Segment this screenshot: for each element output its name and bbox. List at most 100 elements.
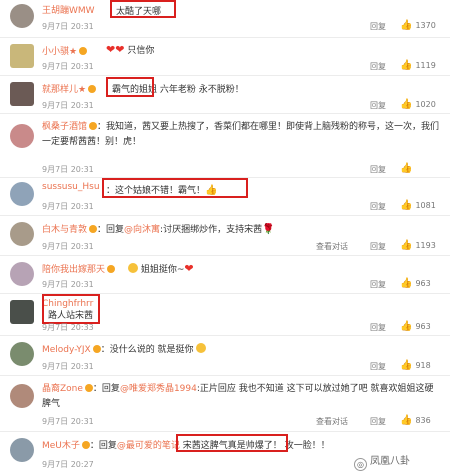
timestamp: 9月7日 20:31 [42,280,94,289]
like-button[interactable]: 👍 963 [400,278,431,289]
reply-button[interactable]: 回复 [370,241,386,252]
avatar[interactable] [10,124,34,148]
timestamp: 9月7日 20:33 [42,323,94,332]
highlight-box [176,434,288,452]
like-button[interactable]: 👍 1081 [400,200,436,211]
vip-badge-icon [79,47,88,55]
thumbs-up-icon: 👍 [400,321,413,332]
timestamp: 9月7日 20:31 [42,417,94,426]
comment-text: ❤❤ 只信你 [106,43,155,56]
highlight-box [102,178,248,198]
username[interactable]: 晶裔Zone [42,384,83,394]
emoji-icon [196,343,207,353]
like-button[interactable]: 👍 918 [400,360,431,371]
comment-text: 姐姐挺你~❤ [128,262,194,275]
comment-row: 陪你我出嫁那天 姐姐挺你~❤ 9月7日 20:31 回复 👍 963 [0,256,450,294]
view-conversation-link[interactable]: 查看对话 [316,416,348,427]
thumbs-up-icon: 👍 [400,278,413,289]
vip-badge-icon [92,345,101,353]
thumbs-up-icon: 👍 [400,60,413,71]
vip-badge-icon [81,441,90,449]
mention-link[interactable]: @唯爱郑秀晶1994 [120,384,197,394]
comment-row: 晶裔Zone ：回复@唯爱郑秀晶1994:正片回应 我也不知道 这下可以放过她了吧… [0,376,450,432]
reply-button[interactable]: 回复 [370,361,386,372]
thumbs-up-icon: 👍 [400,415,413,426]
comment-row: Melody-YJX ：没什么说的 就是挺你 9月7日 20:31 回复 👍 918 [0,336,450,376]
mention-link[interactable]: @最可爱的笔记 [117,441,180,451]
vip-badge-icon [89,225,98,233]
comment-text: 枫桑子酒馆 ：我知道，茜又要上热搜了，香菜们都在哪里！即使背上脑残粉的称号，这一次… [42,122,440,147]
heart-icon: ❤ [115,43,125,56]
like-button[interactable]: 👍 [400,163,415,174]
watermark: ◎ 凤凰八卦 [354,452,410,471]
username[interactable]: sussusu_Hsu [42,182,100,192]
comment-row: sussusu_Hsu ：这个姑娘不错！霸气！👍 9月7日 20:31 回复 👍… [0,178,450,216]
emoji-icon [128,263,138,273]
comment-row: 小小骐★ ❤❤ 只信你 9月7日 20:31 回复 👍 1119 [0,38,450,76]
heart-icon: ❤ [184,262,194,275]
timestamp: 9月7日 20:31 [42,165,94,174]
comment-row: 就那样儿★ 霸气的姐姐 六年老粉 永不脱粉！ 9月7日 20:31 回复 👍 10… [0,76,450,114]
timestamp: 9月7日 20:31 [42,202,94,211]
vip-badge-icon [84,384,93,392]
like-button[interactable]: 👍 1020 [400,99,436,110]
username[interactable]: 白木与青敦 [42,225,87,235]
reply-button[interactable]: 回复 [370,21,386,32]
reply-button[interactable]: 回复 [370,61,386,72]
thumbs-up-icon: 👍 [400,200,413,211]
avatar[interactable] [10,342,34,366]
vip-badge-icon [107,265,116,273]
username[interactable]: 王胡蹦WMW [42,3,95,16]
highlight-box [42,294,100,324]
wechat-icon: ◎ [354,458,367,471]
timestamp: 9月7日 20:31 [42,242,94,251]
username[interactable]: 陪你我出嫁那天 [42,262,116,275]
timestamp: 9月7日 20:31 [42,362,94,371]
thumbs-up-icon: 👍 [400,99,413,110]
reply-button[interactable]: 回复 [370,416,386,427]
thumbs-up-icon: 👍 [400,20,413,31]
heart-icon: ❤ [106,43,116,56]
like-button[interactable]: 👍 1193 [400,240,436,251]
reply-button[interactable]: 回复 [370,322,386,333]
comment-row: 白木与青敦 ：回复@向沐寓:讨厌捆绑炒作，支持宋茜🌹 9月7日 20:31 查看对… [0,216,450,256]
avatar[interactable] [10,262,34,286]
like-button[interactable]: 👍 1119 [400,60,436,71]
reply-button[interactable]: 回复 [370,201,386,212]
reply-button[interactable]: 回复 [370,279,386,290]
avatar[interactable] [10,438,34,462]
comment-row: Chinghfrhrr 路人站宋茜 9月7日 20:33 回复 👍 963 [0,294,450,336]
thumbs-up-icon: 👍 [400,163,413,174]
avatar[interactable] [10,82,34,106]
comment-text: 白木与青敦 ：回复@向沐寓:讨厌捆绑炒作，支持宋茜🌹 [42,224,275,235]
timestamp: 9月7日 20:31 [42,101,94,110]
vip-badge-icon [89,122,98,130]
avatar[interactable] [10,4,34,28]
username[interactable]: MeU木子 [42,441,80,451]
vip-badge-icon [88,85,97,93]
username[interactable]: 小小骐★ [42,44,88,57]
avatar[interactable] [10,44,34,68]
highlight-box [110,0,176,18]
rose-icon: 🌹 [262,224,275,235]
avatar[interactable] [10,182,34,206]
avatar[interactable] [10,384,34,408]
like-button[interactable]: 👍 963 [400,321,431,332]
comment-row: 王胡蹦WMW 太酷了天哪 9月7日 20:31 回复 👍 1370 [0,0,450,38]
like-button[interactable]: 👍 1370 [400,20,436,31]
username[interactable]: Melody-YJX [42,345,91,355]
highlight-box [106,77,154,97]
username[interactable]: 枫桑子酒馆 [42,122,98,132]
comment-row: 枫桑子酒馆 ：我知道，茜又要上热搜了，香菜们都在哪里！即使背上脑残粉的称号，这一次… [0,114,450,178]
timestamp: 9月7日 20:27 [42,460,94,469]
like-button[interactable]: 👍 836 [400,415,431,426]
thumbs-up-icon: 👍 [400,360,413,371]
avatar[interactable] [10,300,34,324]
view-conversation-link[interactable]: 查看对话 [316,241,348,252]
thumbs-up-icon: 👍 [400,240,413,251]
reply-button[interactable]: 回复 [370,100,386,111]
mention-link[interactable]: @向沐寓 [124,225,160,235]
avatar[interactable] [10,222,34,246]
reply-button[interactable]: 回复 [370,164,386,175]
username[interactable]: 就那样儿★ [42,82,97,95]
